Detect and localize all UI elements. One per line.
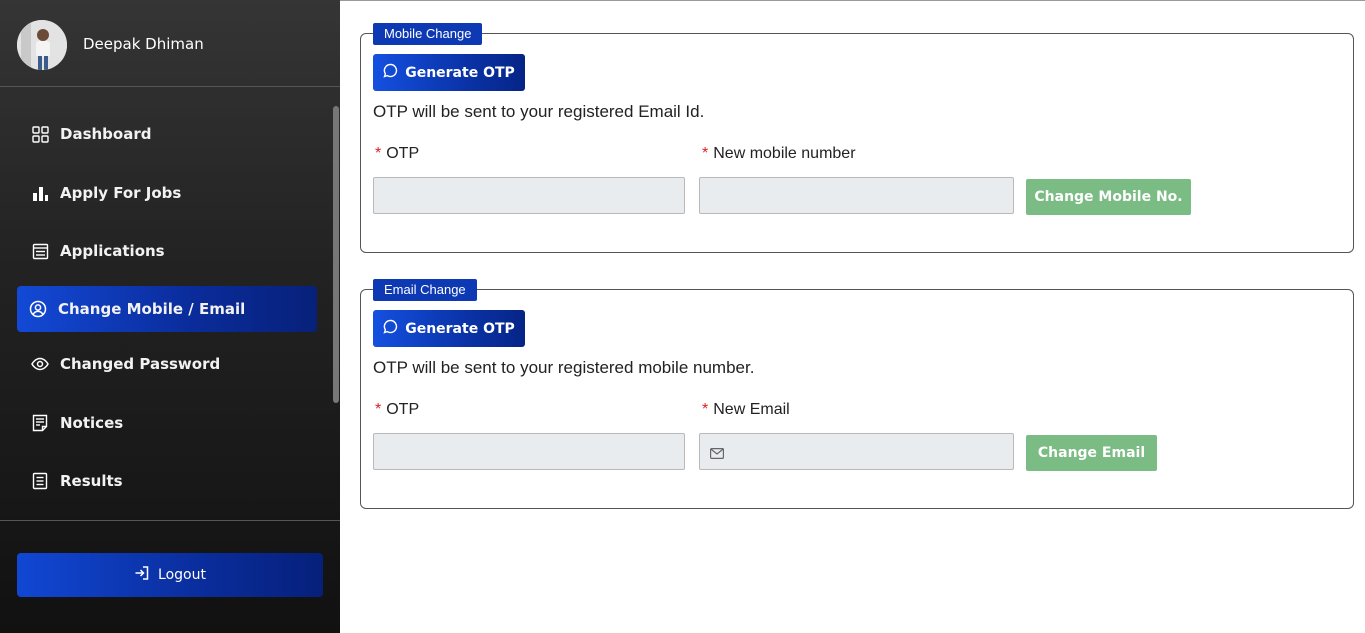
otp-label-text: OTP	[386, 401, 420, 418]
sidebar-item-applications[interactable]: Applications	[17, 228, 317, 274]
change-email-button[interactable]: Change Email	[1026, 435, 1157, 471]
logout-button[interactable]: Logout	[17, 553, 323, 597]
sidebar-nav: Dashboard Apply For Jobs Applications Ch…	[0, 86, 340, 521]
sidebar-item-change-mobile-email[interactable]: Change Mobile / Email	[17, 286, 317, 332]
otp-label-text: OTP	[386, 145, 420, 162]
sidebar-scrollbar[interactable]	[333, 106, 339, 403]
sidebar-item-label: Changed Password	[60, 355, 221, 373]
notice-icon	[31, 414, 49, 432]
logout-label: Logout	[158, 567, 206, 583]
sidebar: Deepak Dhiman Dashboard Apply For Jobs A…	[0, 0, 340, 633]
otp-input[interactable]	[373, 433, 685, 470]
chat-icon	[383, 319, 398, 339]
generate-otp-label: Generate OTP	[405, 320, 515, 337]
sidebar-item-label: Notices	[60, 414, 124, 432]
bar-chart-icon	[31, 184, 49, 202]
new-mobile-label-text: New mobile number	[713, 145, 856, 162]
profile-header: Deepak Dhiman	[0, 0, 340, 87]
user-name: Deepak Dhiman	[83, 35, 204, 53]
grid-icon	[31, 125, 49, 143]
new-email-input[interactable]	[699, 433, 1014, 470]
required-mark: *	[702, 401, 709, 418]
sidebar-item-label: Results	[60, 472, 123, 490]
required-mark: *	[375, 401, 382, 418]
sidebar-item-label: Applications	[60, 242, 165, 260]
eye-icon	[31, 355, 49, 373]
logout-icon	[134, 565, 150, 586]
sidebar-item-notices[interactable]: Notices	[17, 400, 317, 446]
chat-icon	[383, 63, 398, 83]
sidebar-item-changed-password[interactable]: Changed Password	[17, 341, 317, 387]
sidebar-item-label: Change Mobile / Email	[58, 300, 246, 318]
avatar	[17, 20, 67, 70]
change-mobile-button[interactable]: Change Mobile No.	[1026, 179, 1191, 215]
sidebar-item-label: Dashboard	[60, 125, 152, 143]
sidebar-item-apply-for-jobs[interactable]: Apply For Jobs	[17, 170, 317, 216]
otp-info-text: OTP will be sent to your registered Emai…	[373, 102, 705, 121]
new-email-label-text: New Email	[713, 401, 790, 418]
otp-info-text: OTP will be sent to your registered mobi…	[373, 358, 755, 377]
generate-otp-label: Generate OTP	[405, 64, 515, 81]
user-circle-icon	[29, 300, 47, 318]
sidebar-item-results[interactable]: Results	[17, 458, 317, 504]
document-icon	[31, 472, 49, 490]
mobile-change-legend: Mobile Change	[373, 23, 483, 45]
new-email-field-label: * New Email	[702, 401, 790, 419]
sidebar-item-label: Apply For Jobs	[60, 184, 182, 202]
sidebar-item-dashboard[interactable]: Dashboard	[17, 111, 317, 157]
required-mark: *	[702, 145, 709, 162]
envelope-icon	[710, 446, 725, 464]
email-change-legend: Email Change	[373, 279, 477, 301]
otp-field-label: * OTP	[375, 401, 419, 419]
otp-input[interactable]	[373, 177, 685, 214]
generate-otp-button[interactable]: Generate OTP	[373, 310, 525, 347]
new-mobile-field-label: * New mobile number	[702, 145, 856, 163]
generate-otp-button[interactable]: Generate OTP	[373, 54, 525, 91]
required-mark: *	[375, 145, 382, 162]
top-divider	[340, 0, 1365, 1]
email-change-section: Email Change Generate OTP OTP will be se…	[360, 279, 1354, 509]
mobile-change-section: Mobile Change Generate OTP OTP will be s…	[360, 23, 1354, 253]
otp-field-label: * OTP	[375, 145, 419, 163]
clipboard-list-icon	[31, 242, 49, 260]
new-mobile-input[interactable]	[699, 177, 1014, 214]
